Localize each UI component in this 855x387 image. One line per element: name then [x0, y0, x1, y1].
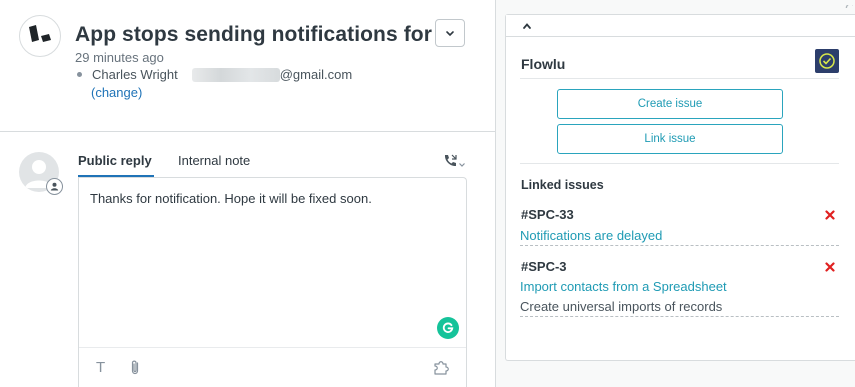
requester-row: Charles Wright @gmail.com — [75, 67, 352, 82]
create-issue-button[interactable]: Create issue — [557, 89, 783, 119]
issue-title-link[interactable]: Notifications are delayed — [520, 228, 662, 243]
tab-public-reply[interactable]: Public reply — [78, 153, 152, 168]
attach-button[interactable] — [128, 359, 142, 381]
close-x-icon — [825, 207, 835, 224]
app-separator — [520, 163, 839, 164]
unlink-issue-button[interactable] — [825, 259, 835, 277]
issue-id: #SPC-33 — [521, 207, 574, 222]
editor-toolbar-divider — [79, 347, 466, 348]
grammarly-button[interactable] — [437, 317, 459, 339]
call-button[interactable] — [442, 153, 466, 174]
flowlu-logo — [815, 49, 839, 73]
chevron-down-icon — [445, 24, 455, 42]
ticket-options-button[interactable] — [435, 19, 465, 47]
puzzle-piece-icon — [433, 361, 451, 379]
brand-avatar — [19, 15, 61, 57]
grammarly-icon — [442, 322, 454, 333]
requester-bullet — [77, 72, 82, 77]
app-name: Flowlu — [521, 56, 566, 72]
text-format-button[interactable]: T — [96, 359, 105, 376]
phone-call-icon — [442, 153, 458, 174]
redacted-email-user — [191, 67, 280, 82]
collapse-app-button[interactable] — [522, 17, 532, 35]
app-collapse-bar[interactable] — [506, 15, 855, 37]
user-role-badge — [46, 178, 63, 195]
requester-name: Charles Wright — [92, 67, 178, 82]
header-divider — [0, 131, 496, 132]
issue-divider — [520, 316, 839, 317]
issue-divider — [520, 245, 839, 246]
issue-title-link[interactable]: Import contacts from a Spreadsheet — [520, 279, 727, 294]
ticket-title: App stops sending notifications for ... — [75, 23, 456, 46]
linked-issues-heading: Linked issues — [521, 178, 604, 192]
zendesk-logo-icon — [28, 24, 52, 48]
chevron-down-icon — [458, 155, 466, 173]
issue-id: #SPC-3 — [521, 259, 567, 274]
close-x-icon — [825, 259, 835, 276]
tab-internal-note[interactable]: Internal note — [178, 153, 250, 168]
reply-text[interactable]: Thanks for notification. Hope it will be… — [90, 191, 372, 206]
requester-email-domain: @gmail.com — [279, 67, 353, 82]
check-circle-icon — [819, 53, 835, 69]
change-requester-link[interactable]: (change) — [91, 85, 142, 100]
app-separator — [520, 78, 839, 79]
reply-editor[interactable] — [78, 177, 467, 387]
chevron-up-icon — [522, 17, 532, 34]
person-badge-icon — [50, 182, 59, 191]
grammarly-corner-icon — [845, 0, 855, 8]
link-issue-button[interactable]: Link issue — [557, 124, 783, 154]
ticket-timestamp: 29 minutes ago — [75, 50, 164, 65]
unlink-issue-button[interactable] — [825, 207, 835, 225]
apps-button[interactable] — [433, 359, 451, 380]
issue-description: Create universal imports of records — [520, 299, 723, 314]
paperclip-icon — [128, 360, 142, 380]
